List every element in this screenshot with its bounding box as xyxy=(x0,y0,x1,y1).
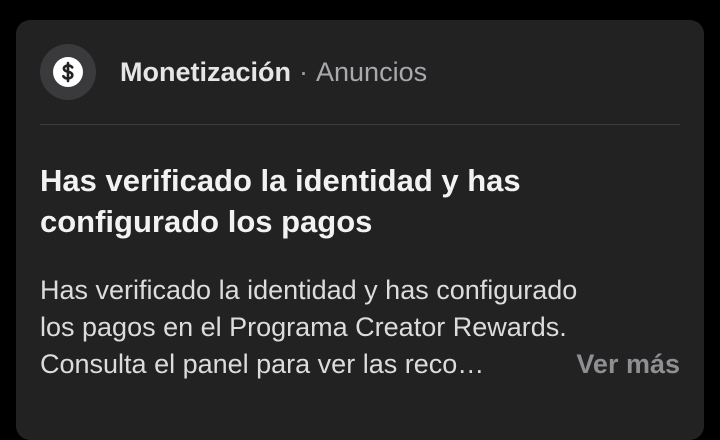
dollar-icon xyxy=(53,57,83,87)
category-label: Monetización xyxy=(120,57,292,87)
notification-title: Has verificado la identidad y has config… xyxy=(40,163,521,239)
body-line: Consulta el panel para ver las reco… xyxy=(40,349,485,379)
body-line: los pagos en el Programa Creator Rewards… xyxy=(40,312,567,342)
notification-body: Has verificado la identidad y has config… xyxy=(40,272,680,383)
notification-source: Monetización · Anuncios xyxy=(120,56,427,88)
notification-header: Monetización · Anuncios xyxy=(40,44,680,100)
subcategory-label: Anuncios xyxy=(316,57,428,87)
see-more-link[interactable]: Ver más xyxy=(576,346,680,383)
divider xyxy=(40,124,680,125)
avatar xyxy=(40,44,96,100)
body-line: Has verificado la identidad y has config… xyxy=(40,275,578,305)
notification-card[interactable]: Monetización · Anuncios Has verificado la … xyxy=(16,20,704,440)
separator-dot: · xyxy=(299,57,309,87)
